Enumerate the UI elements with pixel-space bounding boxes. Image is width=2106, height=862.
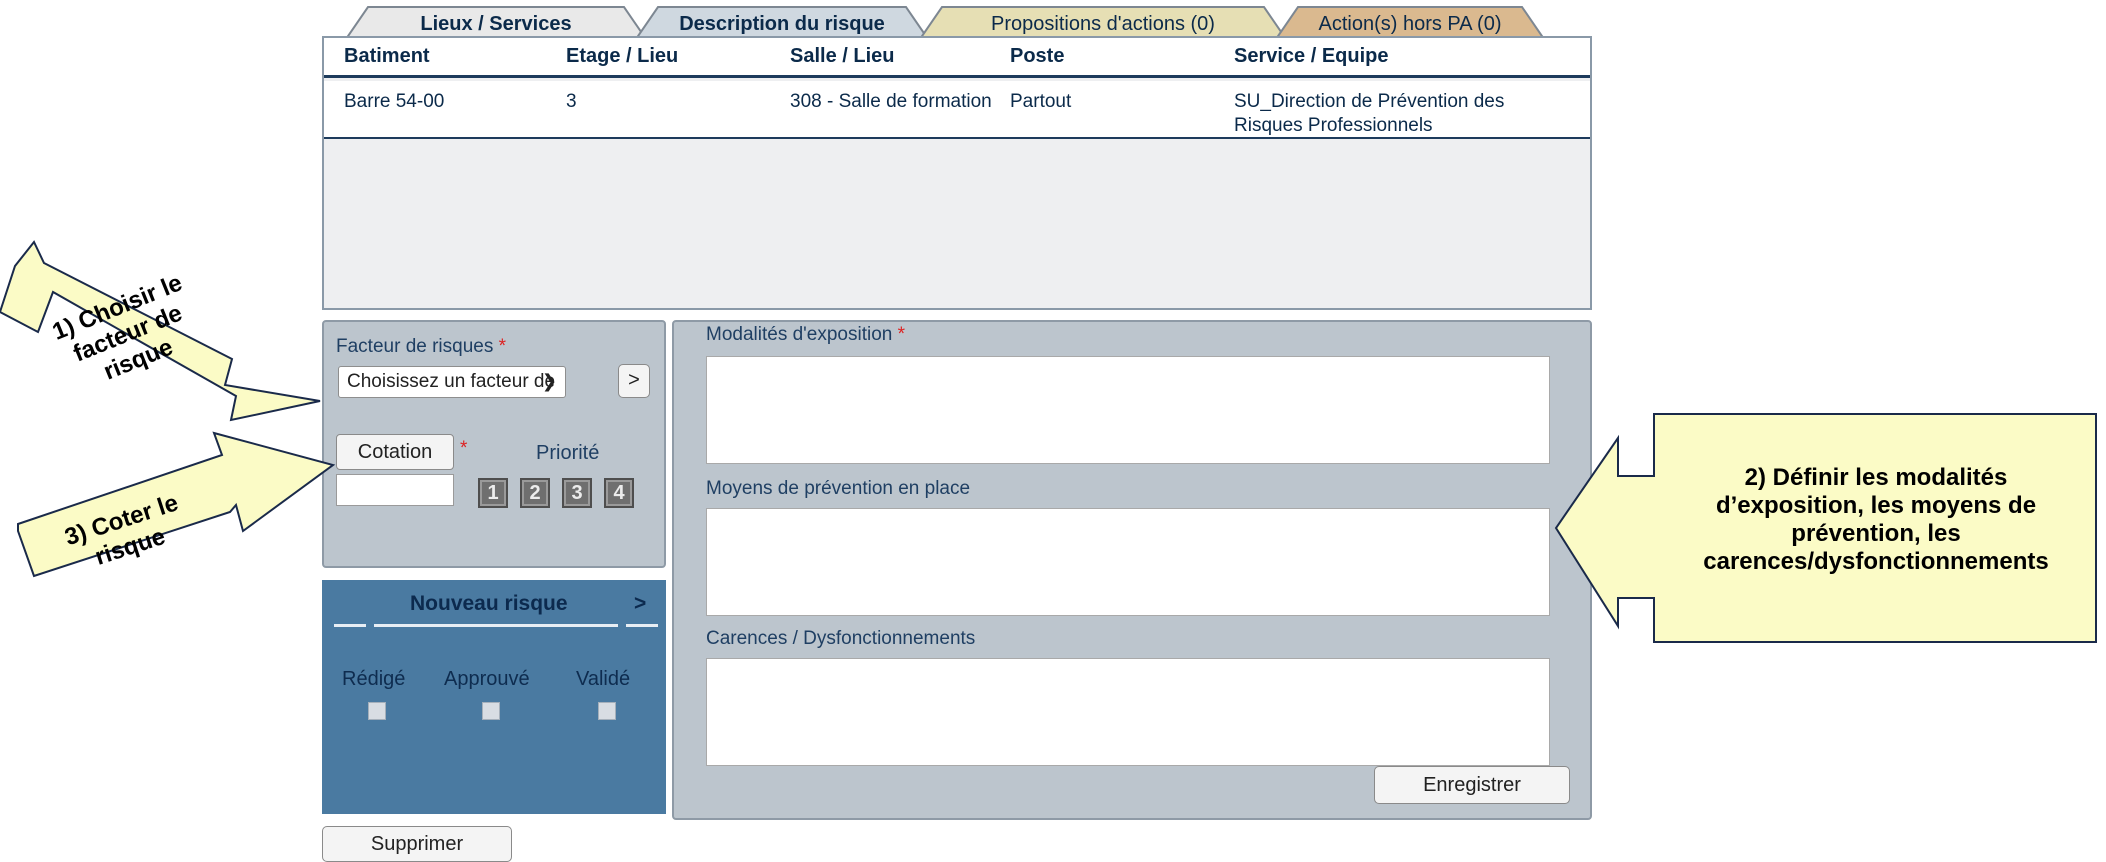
- callout-line: d’exposition, les moyens de: [1715, 492, 2037, 519]
- callout-line: carences/dysfonctionnements: [1703, 548, 2049, 575]
- callout-line: prévention, les: [1791, 520, 1961, 547]
- callout-line: 2) Définir les modalités: [1744, 464, 2008, 491]
- callout-arrows: [0, 240, 2097, 643]
- callout-step2-text: 2) Définir les modalités d’exposition, l…: [1660, 464, 2092, 576]
